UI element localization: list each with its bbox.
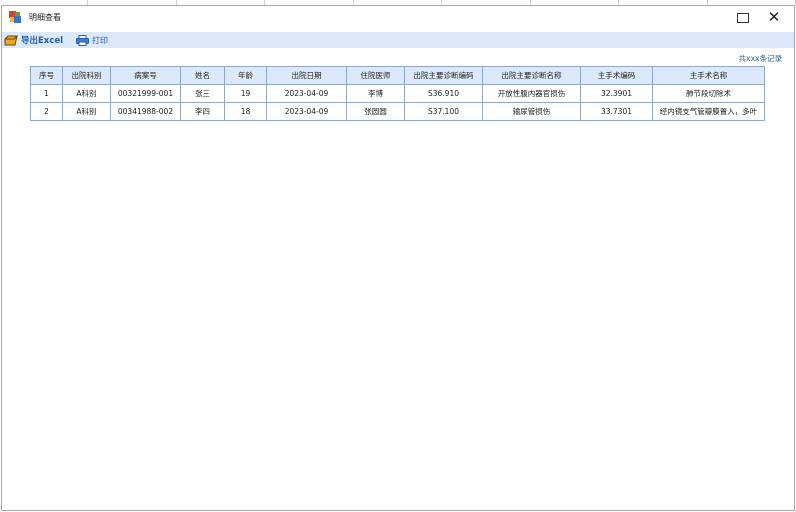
- table-cell: 输尿管损伤: [482, 102, 581, 121]
- column-header[interactable]: 序号: [30, 66, 63, 85]
- close-button[interactable]: ✕: [766, 9, 782, 25]
- table-cell: A科别: [62, 102, 111, 121]
- column-header[interactable]: 出院日期: [266, 66, 347, 85]
- table-cell: S36.910: [404, 84, 483, 103]
- table-cell: 开放性腹内器官损伤: [482, 84, 581, 103]
- print-button[interactable]: 打印: [75, 32, 108, 48]
- export-excel-label: 导出Excel: [21, 36, 64, 46]
- table-cell: 李博: [346, 84, 405, 103]
- table-cell: 00321999-001: [110, 84, 181, 103]
- table-header-row: 序号 出院科别 病案号 姓名 年龄 出院日期 住院医师 出院主要诊断编码 出院主…: [30, 66, 765, 85]
- app-icon: [9, 11, 21, 23]
- table-cell: 张圆圆: [346, 102, 405, 121]
- print-label: 打印: [92, 35, 109, 45]
- table-cell: S37.100: [404, 102, 483, 121]
- maximize-button[interactable]: [736, 11, 750, 25]
- detail-table: 序号 出院科别 病案号 姓名 年龄 出院日期 住院医师 出院主要诊断编码 出院主…: [30, 66, 765, 121]
- table-cell: A科别: [62, 84, 111, 103]
- record-count: 共xxx条记录: [738, 54, 782, 63]
- column-header[interactable]: 主手术名称: [652, 66, 765, 85]
- table-cell: 李四: [180, 102, 225, 121]
- table-cell: 2023-04-09: [266, 102, 347, 121]
- table-row[interactable]: 2 A科别 00341988-002 李四 18 2023-04-09 张圆圆 …: [30, 102, 765, 121]
- column-header[interactable]: 住院医师: [346, 66, 405, 85]
- export-icon: [4, 34, 18, 46]
- table-cell: 经内镜支气管瓣膜置入，多叶: [652, 102, 765, 121]
- title-bar: 明细查看 ✕: [2, 6, 794, 30]
- window-title: 明细查看: [29, 13, 61, 22]
- column-header[interactable]: 年龄: [224, 66, 267, 85]
- column-header[interactable]: 出院主要诊断编码: [404, 66, 483, 85]
- detail-dialog: 明细查看 ✕ 导出Excel 打印 共xxx条记录 序号 出院科别 病案号 姓名…: [1, 5, 795, 511]
- table-row[interactable]: 1 A科别 00321999-001 张三 19 2023-04-09 李博 S…: [30, 84, 765, 103]
- table-cell: 2023-04-09: [266, 84, 347, 103]
- table-cell: 33.7301: [580, 102, 653, 121]
- table-cell: 肺节段切除术: [652, 84, 765, 103]
- table-cell: 00341988-002: [110, 102, 181, 121]
- table-cell: 32.3901: [580, 84, 653, 103]
- column-header[interactable]: 病案号: [110, 66, 181, 85]
- table-cell: 张三: [180, 84, 225, 103]
- column-header[interactable]: 出院主要诊断名称: [482, 66, 581, 85]
- close-icon: ✕: [767, 8, 781, 26]
- column-header[interactable]: 姓名: [180, 66, 225, 85]
- table-cell: 1: [30, 84, 63, 103]
- table-cell: 19: [224, 84, 267, 103]
- table-cell: 18: [224, 102, 267, 121]
- column-header[interactable]: 主手术编码: [580, 66, 653, 85]
- column-header[interactable]: 出院科别: [62, 66, 111, 85]
- table-cell: 2: [30, 102, 63, 121]
- toolbar: 导出Excel 打印: [2, 32, 794, 48]
- printer-icon: [75, 34, 89, 46]
- maximize-icon: [737, 13, 749, 23]
- export-excel-button[interactable]: 导出Excel: [4, 32, 63, 48]
